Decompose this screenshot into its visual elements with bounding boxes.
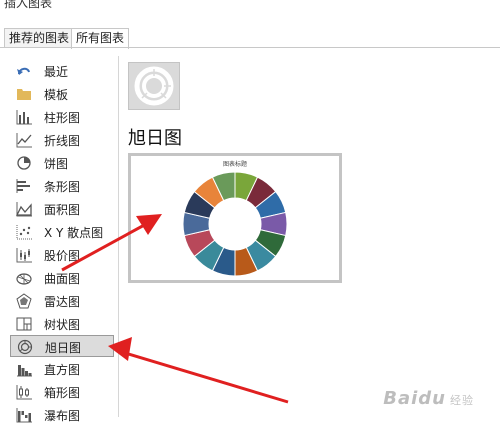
line-chart-icon xyxy=(16,133,32,148)
sidebar-item-label: 瀑布图 xyxy=(44,409,81,423)
pie-chart-icon xyxy=(17,156,31,170)
sidebar-item-label: 面积图 xyxy=(44,203,81,217)
watermark-text: Baidu xyxy=(383,388,446,409)
sidebar-item-box[interactable]: 箱形图 xyxy=(10,381,114,403)
chart-tabs: 推荐的图表 所有图表 xyxy=(0,28,500,49)
sidebar-item-label: 旭日图 xyxy=(45,341,82,355)
tab-recommended-charts[interactable]: 推荐的图表 xyxy=(4,28,75,48)
sidebar-item-pie[interactable]: 饼图 xyxy=(10,152,114,174)
sidebar-item-label: 柱形图 xyxy=(44,111,81,125)
sidebar-item-bar[interactable]: 条形图 xyxy=(10,175,114,197)
sidebar-item-sunburst[interactable]: 旭日图 xyxy=(10,335,114,357)
sidebar-item-histogram[interactable]: 直方图 xyxy=(10,358,114,380)
dialog-title-bar: 插入图表 xyxy=(0,0,500,24)
sidebar-item-label: 最近 xyxy=(44,65,69,79)
sidebar-item-label: 曲面图 xyxy=(44,272,81,286)
sidebar-item-label: X Y 散点图 xyxy=(44,226,104,240)
tab-divider xyxy=(0,47,500,48)
sunburst-variant-thumbnail[interactable] xyxy=(128,62,180,110)
column-chart-icon xyxy=(16,110,32,125)
recent-icon xyxy=(17,67,30,75)
sidebar-item-surface[interactable]: 曲面图 xyxy=(10,267,114,289)
chart-type-title: 旭日图 xyxy=(128,128,182,149)
waterfall-chart-icon xyxy=(16,408,32,423)
sidebar-item-radar[interactable]: 雷达图 xyxy=(10,290,114,312)
tab-all-charts[interactable]: 所有图表 xyxy=(71,28,130,49)
sidebar-item-waterfall[interactable]: 瀑布图 xyxy=(10,404,114,426)
sidebar-item-column[interactable]: 柱形图 xyxy=(10,106,114,128)
area-chart-icon xyxy=(15,202,32,217)
sidebar-item-label: 折线图 xyxy=(44,134,81,148)
sidebar-item-templates[interactable]: 模板 xyxy=(10,83,114,105)
sidebar-item-label: 雷达图 xyxy=(44,295,81,309)
baidu-watermark: Baidu 经验 xyxy=(383,388,474,409)
sunburst-preview-chart: 图表标题 xyxy=(182,160,288,277)
sidebar-item-label: 股价图 xyxy=(44,249,81,263)
sidebar-item-label: 条形图 xyxy=(44,180,81,194)
dialog-title: 插入图表 xyxy=(4,0,53,10)
radar-chart-icon xyxy=(16,293,32,309)
surface-chart-icon xyxy=(16,273,32,285)
treemap-chart-icon xyxy=(16,317,32,331)
histogram-chart-icon xyxy=(17,365,32,377)
sidebar-item-label: 直方图 xyxy=(44,363,81,377)
sidebar-item-treemap[interactable]: 树状图 xyxy=(10,313,114,335)
sidebar-item-label: 树状图 xyxy=(44,318,81,332)
arrow-to-sunburst-item xyxy=(108,337,289,404)
sidebar-item-area[interactable]: 面积图 xyxy=(10,198,114,220)
sidebar-item-label: 模板 xyxy=(44,88,69,102)
chart-type-sidebar: 最近 模板 柱形图 折线图 饼图 条形图 面积图 X Y 散点图 股价图 曲面图… xyxy=(4,56,119,423)
sidebar-item-label: 箱形图 xyxy=(44,386,81,400)
sidebar-item-scatter[interactable]: X Y 散点图 xyxy=(10,221,114,243)
bar-chart-icon xyxy=(16,179,30,193)
stock-chart-icon xyxy=(16,248,32,263)
folder-icon xyxy=(17,89,31,100)
sidebar-item-line[interactable]: 折线图 xyxy=(10,129,114,151)
sunburst-thumbnail-icon xyxy=(134,66,174,106)
sidebar-item-label: 饼图 xyxy=(44,157,69,171)
sunburst-chart-icon xyxy=(17,339,33,355)
box-chart-icon xyxy=(16,385,32,400)
sidebar-item-recent[interactable]: 最近 xyxy=(10,60,114,82)
preview-chart-title: 图表标题 xyxy=(223,160,247,168)
scatter-chart-icon xyxy=(16,225,32,240)
watermark-suffix: 经验 xyxy=(450,394,474,407)
sidebar-item-stock[interactable]: 股价图 xyxy=(10,244,114,266)
chart-preview[interactable]: 图表标题 xyxy=(128,153,342,283)
